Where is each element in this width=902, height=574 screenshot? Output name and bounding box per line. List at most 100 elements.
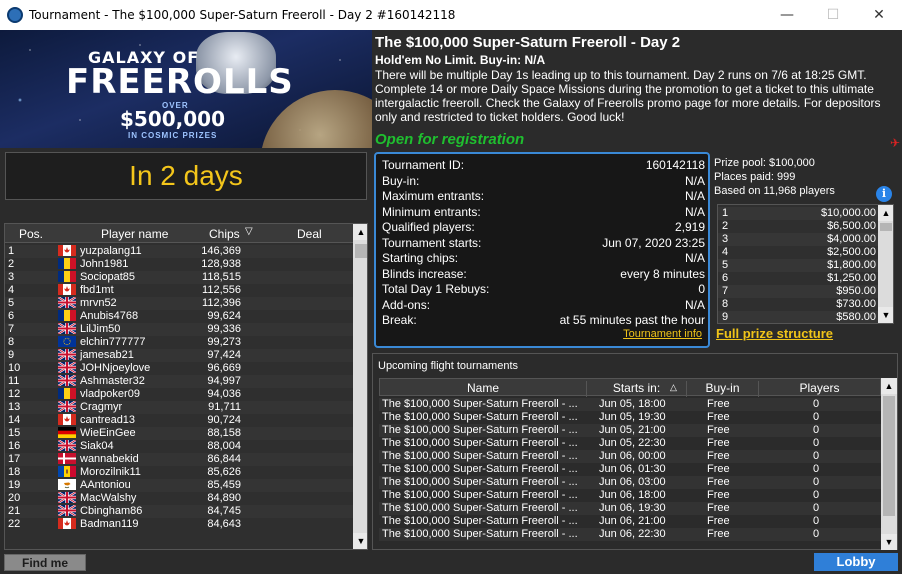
scrollbar-thumb[interactable] [880,223,892,231]
players-table: Pos. Player name Chips ▽ Deal 1 yuzpalang… [4,223,368,550]
flight-players: 0 [813,463,820,475]
flight-starts: Jun 05, 19:30 [599,411,666,423]
flight-row[interactable]: The $100,000 Super-Saturn Freeroll - ...… [379,398,881,411]
table-row[interactable]: 20 MacWalshy 84,890 [5,491,353,505]
flight-starts: Jun 06, 01:30 [599,463,666,475]
close-button[interactable]: ✕ [856,0,902,30]
table-row[interactable]: 5 mrvn52 112,396 [5,296,353,310]
player-name: wannabekid [80,453,139,465]
flight-row[interactable]: The $100,000 Super-Saturn Freeroll - ...… [379,515,881,528]
flight-row[interactable]: The $100,000 Super-Saturn Freeroll - ...… [379,411,881,424]
flight-row[interactable]: The $100,000 Super-Saturn Freeroll - ...… [379,489,881,502]
flight-row[interactable]: The $100,000 Super-Saturn Freeroll - ...… [379,437,881,450]
table-row[interactable]: 16 Siak04 88,004 [5,439,353,453]
ca-flag-icon [58,518,76,529]
flight-row[interactable]: The $100,000 Super-Saturn Freeroll - ...… [379,528,881,541]
scrollbar-thumb[interactable] [883,396,895,516]
player-chips: 146,369 [201,245,241,257]
prize-scrollbar[interactable]: ▲ ▼ [878,205,893,323]
flight-row[interactable]: The $100,000 Super-Saturn Freeroll - ...… [379,424,881,437]
player-name: Sociopat85 [80,271,136,283]
col-player-name[interactable]: Player name [101,227,168,241]
table-row[interactable]: 15 WieEinGee 88,158 [5,427,353,440]
flight-starts: Jun 06, 03:00 [599,476,666,488]
player-name: elchin777777 [80,336,146,348]
table-row[interactable]: 9 jamesab21 97,424 [5,348,353,362]
col-deal[interactable]: Deal [297,227,322,241]
col-players[interactable]: Players [758,381,880,397]
dk-flag-icon [58,453,76,464]
flights-scrollbar[interactable]: ▲ ▼ [881,378,897,550]
scroll-up-arrow-icon[interactable]: ▲ [353,224,367,240]
scrollbar-thumb[interactable] [355,244,367,258]
scroll-up-arrow-icon[interactable]: ▲ [878,205,893,221]
minimize-button[interactable]: — [764,0,810,30]
table-row[interactable]: 8 elchin777777 99,273 [5,336,353,349]
flight-players: 0 [813,528,820,540]
prize-row: 4 $2,500.00 [718,246,878,259]
flight-row[interactable]: The $100,000 Super-Saturn Freeroll - ...… [379,463,881,476]
table-row[interactable]: 2 John1981 128,938 [5,258,353,271]
col-name[interactable]: Name [380,381,586,397]
prize-place: 4 [722,246,729,258]
table-row[interactable]: 4 fbd1mt 112,556 [5,284,353,297]
detail-value: N/A [684,297,705,312]
detail-label: Starting chips: [382,251,459,265]
table-row[interactable]: 14 cantread13 90,724 [5,414,353,427]
table-row[interactable]: 17 wannabekid 86,844 [5,453,353,466]
player-chips: 94,036 [207,388,241,400]
info-icon[interactable]: i [876,186,892,202]
player-position: 6 [8,310,15,322]
player-chips: 94,997 [207,375,241,387]
detail-value: N/A [684,251,705,265]
col-chips[interactable]: Chips [209,227,240,241]
table-row[interactable]: 6 Anubis4768 99,624 [5,310,353,323]
flight-row[interactable]: The $100,000 Super-Saturn Freeroll - ...… [379,502,881,515]
flight-row[interactable]: The $100,000 Super-Saturn Freeroll - ...… [379,476,881,489]
table-row[interactable]: 19 AAntoniou 85,459 [5,479,353,492]
table-row[interactable]: 7 LilJim50 99,336 [5,322,353,336]
flight-players: 0 [813,411,820,423]
prize-amount: $4,000.00 [827,233,876,245]
table-row[interactable]: 18 Morozilnik11 85,626 [5,466,353,479]
tournament-info-link[interactable]: Tournament info [623,328,702,340]
maximize-button[interactable]: ☐ [810,0,856,30]
scroll-down-arrow-icon[interactable]: ▼ [878,307,893,323]
prize-amount: $730.00 [836,298,876,310]
col-buyin[interactable]: Buy-in [686,381,758,397]
table-row[interactable]: 21 Cbingham86 84,745 [5,504,353,518]
gb-flag-icon [57,361,77,374]
flight-row[interactable]: The $100,000 Super-Saturn Freeroll - ...… [379,450,881,463]
lobby-button[interactable]: Lobby [814,553,898,571]
scroll-down-arrow-icon[interactable]: ▼ [353,533,367,549]
col-pos[interactable]: Pos. [19,227,43,241]
player-position: 9 [8,349,15,361]
scroll-up-arrow-icon[interactable]: ▲ [881,378,897,394]
flight-name: The $100,000 Super-Saturn Freeroll - ... [382,515,578,527]
player-name: Siak04 [80,440,114,452]
table-row[interactable]: 1 yuzpalang11 146,369 [5,245,353,258]
banner-line4: $500,000 [120,107,226,131]
cy-flag-icon [58,479,76,490]
prize-amount: $950.00 [836,285,876,297]
table-row[interactable]: 11 Ashmaster32 94,997 [5,374,353,388]
player-name: fbd1mt [80,284,114,296]
players-scrollbar[interactable]: ▲ ▼ [353,224,367,549]
table-row[interactable]: 12 vladpoker09 94,036 [5,388,353,401]
full-prize-structure-link[interactable]: Full prize structure [716,326,833,341]
flight-name: The $100,000 Super-Saturn Freeroll - ... [382,437,578,449]
flight-starts: Jun 06, 19:30 [599,502,666,514]
player-chips: 118,515 [202,271,241,283]
prize-row: 2 $6,500.00 [718,220,878,233]
scroll-down-arrow-icon[interactable]: ▼ [881,534,897,550]
table-row[interactable]: 3 Sociopat85 118,515 [5,271,353,284]
table-row[interactable]: 22 Badman119 84,643 [5,518,353,531]
prize-amount: $10,000.00 [820,207,876,219]
detail-row: Maximum entrants: N/A [382,189,705,204]
ro-flag-icon [58,388,76,399]
table-row[interactable]: 10 JOHNjoeylove 96,669 [5,361,353,375]
find-me-button[interactable]: Find me [4,554,86,571]
table-row[interactable]: 13 Cragmyr 91,711 [5,400,353,414]
detail-label: Tournament starts: [382,235,482,250]
flight-buyin: Free [707,489,730,501]
